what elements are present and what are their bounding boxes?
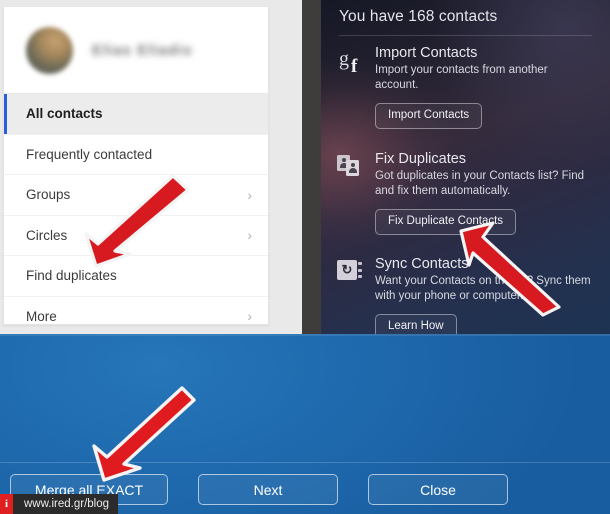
duplicate-cards-icon (337, 155, 365, 180)
sidebar-item-all-contacts[interactable]: All contacts (4, 94, 268, 135)
footer-divider (0, 462, 610, 463)
sidebar-item-circles[interactable]: Circles › (4, 215, 268, 256)
section-heading: Import Contacts (375, 45, 478, 61)
icloud-contacts-body: You have 168 contacts g f Import Contact… (321, 0, 610, 334)
icon-column: g f (337, 45, 373, 129)
avatar (26, 26, 73, 74)
arrow-merge-all-exact (88, 378, 208, 488)
profile-name: Elias Eliadis (92, 41, 193, 59)
card-front (346, 160, 359, 176)
fix-duplicate-contacts-button[interactable]: Fix Duplicate Contacts (375, 209, 517, 235)
sidebar-item-more[interactable]: More › (4, 296, 268, 325)
book-tabs (358, 262, 362, 278)
google-contacts-card: Elias Eliadis All contacts Frequently co… (3, 7, 269, 325)
import-contacts-button[interactable]: Import Contacts (375, 103, 483, 129)
sidebar-item-groups[interactable]: Groups › (4, 175, 268, 216)
google-facebook-icon: g f (337, 48, 371, 79)
section-description: Want your Contacts on the go? Sync them … (375, 275, 591, 302)
chevron-right-icon: › (247, 186, 252, 203)
section-heading: Fix Duplicates (375, 151, 467, 167)
screenshot-root: Elias Eliadis All contacts Frequently co… (0, 0, 610, 514)
info-badge-icon: i (0, 494, 13, 514)
section-fix-duplicates: Fix Duplicates Got duplicates in your Co… (321, 129, 610, 235)
icloud-contacts-panel: You have 168 contacts g f Import Contact… (302, 0, 610, 334)
sidebar-item-label: Find duplicates (26, 268, 117, 284)
section-description: Got duplicates in your Contacts list? Fi… (375, 170, 585, 197)
chevron-right-icon: › (247, 308, 252, 325)
sidebar-item-label: More (26, 308, 57, 324)
sidebar-item-label: Circles (26, 227, 68, 243)
facebook-f-icon: f (351, 56, 358, 77)
sync-arrows-glyph: ↻ (341, 262, 353, 277)
icon-column: ↻ (337, 256, 373, 334)
page-title: You have 168 contacts (339, 8, 498, 25)
watermark: i www.ired.gr/blog (0, 494, 119, 514)
section-heading: Sync Contacts (375, 256, 469, 272)
section-sync-contacts: ↻ Sync Contacts Want your Contacts on th… (321, 235, 610, 334)
close-button[interactable]: Close (368, 474, 508, 505)
google-contacts-panel: Elias Eliadis All contacts Frequently co… (0, 0, 302, 334)
merge-duplicates-dialog: Merge all EXACT Next Close (0, 334, 610, 514)
watermark-url: www.ired.gr/blog (13, 494, 119, 514)
icon-column (337, 151, 373, 235)
section-description: Import your contacts from another accoun… (375, 64, 548, 91)
sidebar-item-label: Groups (26, 187, 71, 203)
sidebar-item-label: All contacts (26, 106, 103, 122)
sync-addressbook-icon: ↻ (337, 260, 365, 284)
sidebar-item-frequently-contacted[interactable]: Frequently contacted (4, 134, 268, 175)
top-divider (0, 334, 610, 336)
chevron-right-icon: › (247, 227, 252, 244)
section-import-contacts: g f Import Contacts Import your contacts… (321, 36, 610, 129)
sidebar-item-label: Frequently contacted (26, 146, 153, 162)
section-body: Import Contacts Import your contacts fro… (373, 45, 592, 129)
sidebar-item-find-duplicates[interactable]: Find duplicates (4, 256, 268, 297)
section-body: Fix Duplicates Got duplicates in your Co… (373, 151, 592, 235)
next-button[interactable]: Next (198, 474, 338, 505)
google-g-icon: g (339, 48, 349, 70)
top-row: Elias Eliadis All contacts Frequently co… (0, 0, 610, 334)
sidebar-menu: All contacts Frequently contacted Groups… (4, 94, 268, 325)
section-body: Sync Contacts Want your Contacts on the … (373, 256, 592, 334)
learn-how-button[interactable]: Learn How (375, 314, 457, 334)
profile-header[interactable]: Elias Eliadis (4, 7, 268, 94)
